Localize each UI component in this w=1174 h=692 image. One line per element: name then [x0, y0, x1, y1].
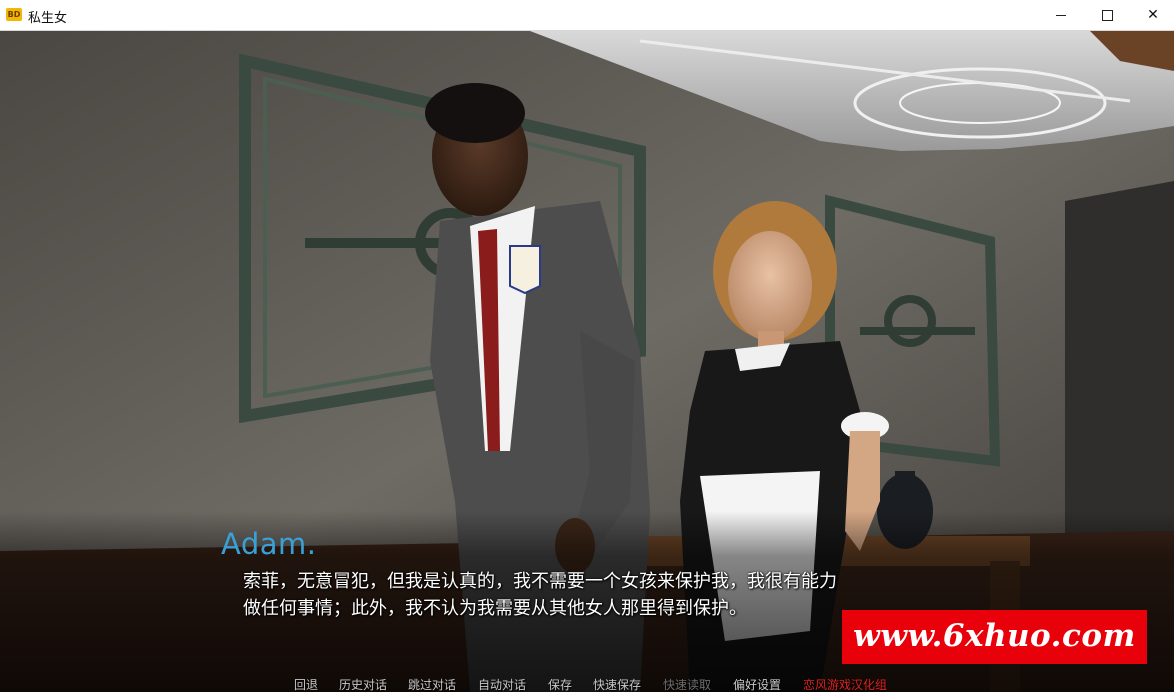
minimize-button[interactable]: [1038, 0, 1084, 30]
quick-menu-back[interactable]: 回退: [294, 676, 318, 692]
maximize-button[interactable]: [1084, 0, 1130, 30]
quick-menu-history[interactable]: 历史对话: [339, 676, 387, 692]
quick-menu-preferences[interactable]: 偏好设置: [733, 676, 781, 692]
maximize-icon: [1101, 9, 1113, 21]
dialogue-text[interactable]: 索菲，无意冒犯，但我是认真的，我不需要一个女孩来保护我，我很有能力 做任何事情；…: [243, 568, 943, 622]
speaker-name: Adam.: [221, 527, 317, 561]
window-title: 私生女: [28, 11, 68, 26]
game-scene[interactable]: Adam. 索菲，无意冒犯，但我是认真的，我不需要一个女孩来保护我，我很有能力 …: [0, 31, 1174, 692]
quick-menu-quick-save[interactable]: 快速保存: [593, 676, 641, 692]
quick-menu-quick-load[interactable]: 快速读取: [663, 676, 711, 692]
watermark-text: www.6xhuo.com: [853, 618, 1136, 654]
quick-menu: 回退 历史对话 跳过对话 自动对话 保存 快速保存 快速读取 偏好设置 恋风游戏…: [0, 676, 1174, 692]
title-bar[interactable]: BD 私生女 ✕: [0, 0, 1174, 31]
close-icon: ✕: [1147, 7, 1159, 23]
vase-neck: [895, 471, 915, 485]
dialogue-line-1: 索菲，无意冒犯，但我是认真的，我不需要一个女孩来保护我，我很有能力: [243, 571, 837, 592]
app-icon: BD: [6, 8, 22, 21]
quick-menu-save[interactable]: 保存: [548, 676, 572, 692]
close-button[interactable]: ✕: [1130, 0, 1174, 30]
minimize-icon: [1056, 14, 1066, 16]
quick-menu-credit[interactable]: 恋风游戏汉化组: [803, 676, 887, 692]
watermark: www.6xhuo.com: [842, 610, 1147, 664]
quick-menu-skip[interactable]: 跳过对话: [408, 676, 456, 692]
quick-menu-auto[interactable]: 自动对话: [478, 676, 526, 692]
dialogue-line-2: 做任何事情；此外，我不认为我需要从其他女人那里得到保护。: [243, 598, 747, 619]
game-window: BD 私生女 ✕ Adam. 索菲，无意冒犯，但我是认真的，我不需要一个女孩来保…: [0, 0, 1174, 692]
